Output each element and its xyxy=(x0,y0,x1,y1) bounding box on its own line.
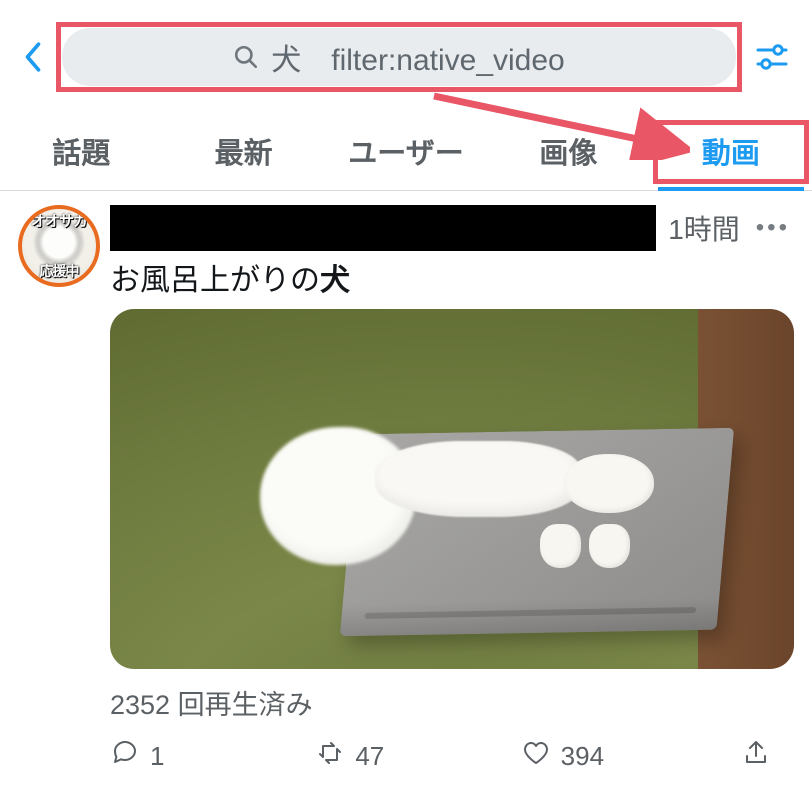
tab-label: 動画 xyxy=(702,138,760,170)
tab-label: ユーザー xyxy=(348,138,463,170)
tab-images[interactable]: 画像 xyxy=(487,114,649,190)
tab-latest[interactable]: 最新 xyxy=(162,114,324,190)
retweet-count: 47 xyxy=(355,741,384,772)
tab-videos[interactable]: 動画 xyxy=(650,114,812,190)
filter-tabs: 話題 最新 ユーザー 画像 動画 xyxy=(0,104,812,191)
reply-button[interactable]: 1 xyxy=(110,738,315,775)
tab-users[interactable]: ユーザー xyxy=(325,114,487,190)
search-field[interactable]: 犬 filter:native_video xyxy=(62,28,736,86)
avatar-badge-bottom: 応援中 xyxy=(22,261,96,281)
video-thumbnail-dog xyxy=(260,403,670,576)
username-redacted xyxy=(110,205,656,251)
tab-topics[interactable]: 話題 xyxy=(0,114,162,190)
avatar-badge-top: オオサカ xyxy=(22,210,96,231)
reply-count: 1 xyxy=(150,741,164,772)
share-button[interactable] xyxy=(726,738,786,775)
like-button[interactable]: 394 xyxy=(521,738,726,775)
tweet[interactable]: オオサカ 応援中 1時間 ••• お風呂上がりの犬 2352 回再生済み xyxy=(0,191,812,791)
tweet-text-prefix: お風呂上がりの xyxy=(110,264,320,297)
settings-sliders-icon[interactable] xyxy=(752,37,792,77)
retweet-button[interactable]: 47 xyxy=(315,738,520,775)
tab-label: 画像 xyxy=(539,138,597,170)
back-icon[interactable] xyxy=(20,37,46,77)
retweet-icon xyxy=(315,738,345,775)
reply-icon xyxy=(110,738,140,775)
tab-label: 最新 xyxy=(215,138,273,170)
share-icon xyxy=(741,738,771,775)
tab-label: 話題 xyxy=(52,138,110,170)
more-options-icon[interactable]: ••• xyxy=(752,214,794,242)
view-count: 2352 回再生済み xyxy=(110,669,794,726)
video-thumbnail[interactable] xyxy=(110,309,794,669)
tweet-actions: 1 47 394 xyxy=(110,726,794,791)
heart-icon xyxy=(521,738,551,775)
search-query: 犬 filter:native_video xyxy=(271,35,564,79)
like-count: 394 xyxy=(561,741,604,772)
tweet-text-keyword: 犬 xyxy=(320,264,350,297)
avatar[interactable]: オオサカ 応援中 xyxy=(18,205,100,287)
search-icon xyxy=(233,44,259,70)
timestamp: 1時間 xyxy=(668,208,740,248)
tweet-text: お風呂上がりの犬 xyxy=(110,251,794,309)
